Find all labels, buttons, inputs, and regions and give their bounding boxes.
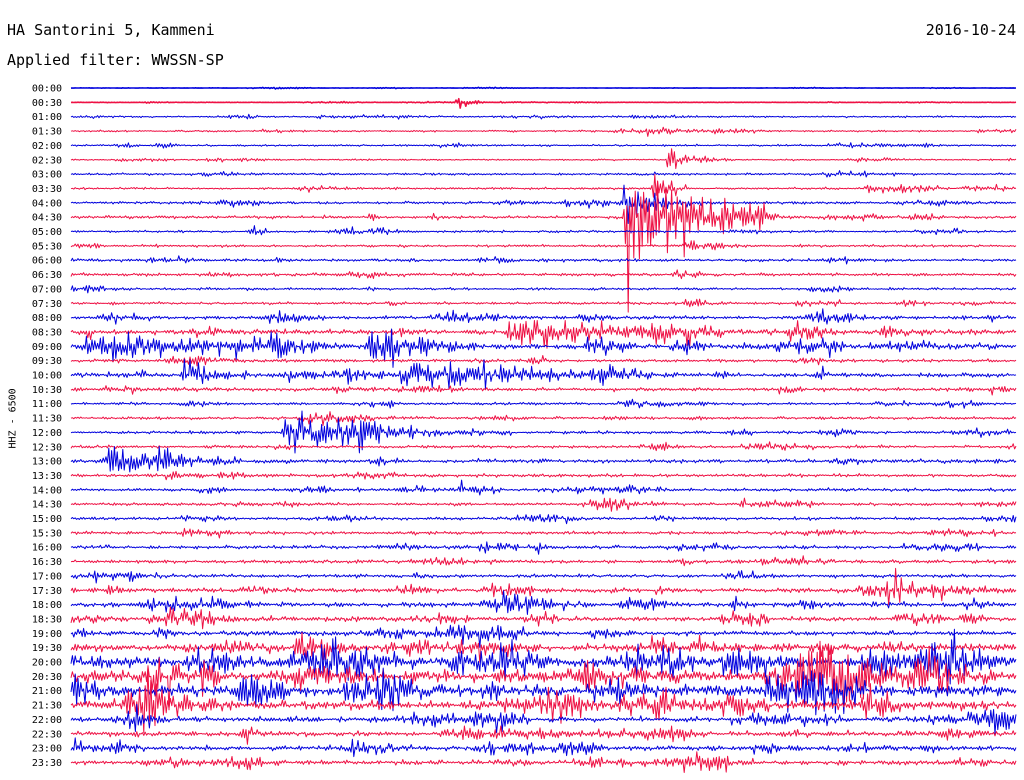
trace-line-2230 — [70, 725, 1017, 745]
tick-label-0230: 02:30 — [32, 155, 62, 166]
trace-line-2300 — [70, 737, 1017, 758]
trace-line-1330 — [70, 470, 1017, 481]
trace-line-1630 — [70, 555, 1017, 567]
tick-label-1930: 19:30 — [32, 643, 62, 654]
trace-line-1000 — [70, 358, 1017, 390]
tick-label-1700: 17:00 — [32, 571, 62, 582]
trace-line-1830 — [70, 606, 1017, 630]
tick-label-2130: 21:30 — [32, 701, 62, 712]
tick-label-1400: 14:00 — [32, 485, 62, 496]
trace-line-1130 — [70, 411, 1017, 426]
tick-label-0030: 00:30 — [32, 98, 62, 109]
tick-label-1830: 18:30 — [32, 614, 62, 625]
trace-line-0600 — [70, 255, 1017, 265]
trace-line-0100 — [70, 113, 1017, 120]
tick-label-0530: 05:30 — [32, 241, 62, 252]
tick-label-0000: 00:00 — [32, 84, 62, 95]
trace-line-2330 — [70, 751, 1017, 773]
tick-label-2000: 20:00 — [32, 658, 62, 669]
trace-line-0930 — [70, 355, 1017, 367]
tick-label-0430: 04:30 — [32, 213, 62, 224]
trace-line-0500 — [70, 225, 1017, 236]
trace-line-0030 — [70, 97, 1017, 109]
trace-line-1700 — [70, 570, 1017, 584]
tick-label-2330: 23:30 — [32, 758, 62, 769]
seismic-traces — [70, 86, 1017, 773]
trace-line-0630 — [70, 269, 1017, 280]
tick-label-0930: 09:30 — [32, 356, 62, 367]
tick-label-1130: 11:30 — [32, 414, 62, 425]
tick-label-1430: 14:30 — [32, 500, 62, 511]
trace-line-2200 — [70, 703, 1017, 735]
trace-line-0800 — [70, 308, 1017, 325]
trace-line-0730 — [70, 298, 1017, 308]
helicorder-plot: 00:00 00:30 01:00 01:30 02:00 02:30 03:00 03:30… — [32, 84, 1017, 773]
trace-line-1230 — [70, 441, 1017, 452]
tick-label-1630: 16:30 — [32, 557, 62, 568]
tick-label-0200: 02:00 — [32, 141, 62, 152]
tick-label-1030: 10:30 — [32, 385, 62, 396]
trace-line-0330 — [70, 174, 1017, 198]
tick-label-0500: 05:00 — [32, 227, 62, 238]
tick-label-0700: 07:00 — [32, 284, 62, 295]
trace-line-1600 — [70, 541, 1017, 555]
tick-label-1800: 18:00 — [32, 600, 62, 611]
tick-label-2300: 23:00 — [32, 744, 62, 755]
trace-line-1430 — [70, 497, 1017, 512]
trace-line-0230 — [70, 148, 1017, 170]
tick-label-0100: 01:00 — [32, 112, 62, 123]
tick-label-1100: 11:00 — [32, 399, 62, 410]
time-tick-labels: 00:00 00:30 01:00 01:30 02:00 02:30 03:00 03:30… — [32, 84, 62, 769]
trace-line-0130 — [70, 126, 1017, 137]
tick-label-1900: 19:00 — [32, 629, 62, 640]
tick-label-1500: 15:00 — [32, 514, 62, 525]
tick-label-0330: 03:30 — [32, 184, 62, 195]
trace-line-1300 — [70, 446, 1017, 473]
tick-label-1300: 13:00 — [32, 457, 62, 468]
tick-label-0900: 09:00 — [32, 342, 62, 353]
trace-line-0530 — [70, 240, 1017, 251]
tick-label-0300: 03:00 — [32, 170, 62, 181]
trace-line-0700 — [70, 285, 1017, 294]
trace-line-1100 — [70, 398, 1017, 409]
tick-label-1530: 15:30 — [32, 528, 62, 539]
trace-line-0200 — [70, 142, 1017, 149]
trace-line-1030 — [70, 384, 1017, 396]
trace-line-1500 — [70, 514, 1017, 525]
tick-label-1000: 10:00 — [32, 371, 62, 382]
trace-line-0000 — [70, 86, 1017, 90]
tick-label-0730: 07:30 — [32, 299, 62, 310]
tick-label-1730: 17:30 — [32, 586, 62, 597]
tick-label-0800: 08:00 — [32, 313, 62, 324]
trace-line-1400 — [70, 479, 1017, 496]
tick-label-2100: 21:00 — [32, 686, 62, 697]
tick-label-2230: 22:30 — [32, 729, 62, 740]
tick-label-0130: 01:30 — [32, 127, 62, 138]
tick-label-0600: 06:00 — [32, 256, 62, 267]
tick-label-2200: 22:00 — [32, 715, 62, 726]
tick-label-1600: 16:00 — [32, 543, 62, 554]
tick-label-1330: 13:30 — [32, 471, 62, 482]
tick-label-1230: 12:30 — [32, 442, 62, 453]
tick-label-2030: 20:30 — [32, 672, 62, 683]
tick-label-0830: 08:30 — [32, 327, 62, 338]
tick-label-0630: 06:30 — [32, 270, 62, 281]
tick-label-0400: 04:00 — [32, 198, 62, 209]
trace-line-0300 — [70, 170, 1017, 178]
trace-line-1530 — [70, 527, 1017, 539]
tick-label-1200: 12:00 — [32, 428, 62, 439]
